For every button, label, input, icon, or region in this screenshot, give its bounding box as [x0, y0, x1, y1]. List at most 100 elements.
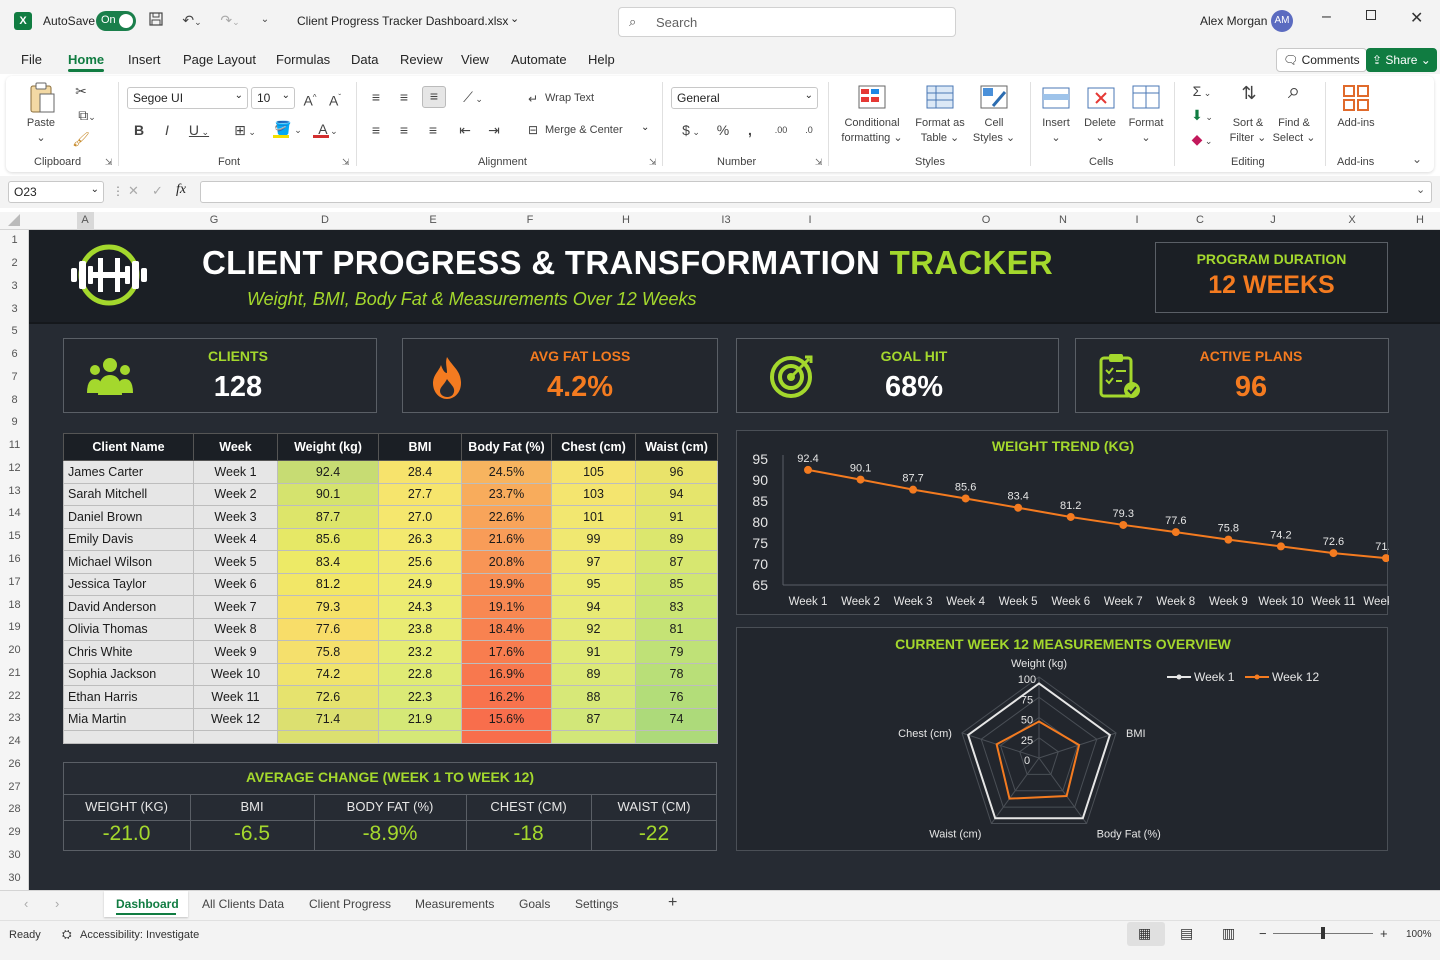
- paste-chevron-icon[interactable]: ⌄: [22, 131, 60, 144]
- table-cell[interactable]: 83: [635, 595, 718, 619]
- table-cell[interactable]: 81: [635, 617, 718, 641]
- table-header[interactable]: Chest (cm): [551, 433, 636, 461]
- row-header[interactable]: 8: [0, 394, 29, 406]
- customize-toolbar-icon[interactable]: ⌄: [258, 11, 272, 29]
- table-cell[interactable]: James Carter: [63, 460, 194, 484]
- table-cell[interactable]: 92.4: [277, 460, 379, 484]
- table-cell[interactable]: David Anderson: [63, 595, 194, 619]
- table-cell[interactable]: Week 2: [193, 482, 278, 506]
- column-header[interactable]: A: [75, 214, 95, 226]
- table-cell[interactable]: 28.4: [378, 460, 462, 484]
- table-cell[interactable]: 95: [551, 572, 636, 596]
- table-cell[interactable]: 20.8%: [461, 550, 552, 574]
- find-select-button-line2[interactable]: Select ⌄: [1270, 131, 1318, 144]
- table-cell[interactable]: 72.6: [277, 685, 379, 709]
- table-cell[interactable]: Week 6: [193, 572, 278, 596]
- table-cell[interactable]: Mia Martin: [63, 707, 194, 731]
- table-cell[interactable]: Sarah Mitchell: [63, 482, 194, 506]
- name-box[interactable]: O23 ⌄: [8, 181, 104, 203]
- insert-cells-icon[interactable]: [1041, 84, 1071, 112]
- paste-icon[interactable]: [28, 82, 56, 116]
- table-cell[interactable]: 19.1%: [461, 595, 552, 619]
- merge-center-button[interactable]: Merge & Center: [545, 124, 623, 136]
- align-bottom-icon[interactable]: ≡: [422, 86, 446, 108]
- column-header[interactable]: C: [1190, 214, 1210, 226]
- table-cell[interactable]: [378, 730, 462, 744]
- format-cells-icon[interactable]: [1131, 84, 1161, 112]
- conditional-formatting-icon[interactable]: [857, 84, 887, 112]
- table-cell[interactable]: 71.4: [277, 707, 379, 731]
- comments-button[interactable]: 🗨 Comments: [1276, 48, 1367, 72]
- data-point[interactable]: [1014, 503, 1023, 512]
- table-cell[interactable]: 25.6: [378, 550, 462, 574]
- row-header[interactable]: 12: [0, 462, 29, 474]
- conditional-formatting-button[interactable]: Conditional: [838, 117, 906, 129]
- table-cell[interactable]: 92: [551, 617, 636, 641]
- table-cell[interactable]: 76: [635, 685, 718, 709]
- decrease-indent-icon[interactable]: ⇤: [456, 121, 474, 139]
- table-cell[interactable]: [277, 730, 379, 744]
- table-cell[interactable]: 89: [551, 662, 636, 686]
- table-cell[interactable]: 94: [551, 595, 636, 619]
- row-header[interactable]: 17: [0, 576, 29, 588]
- table-cell[interactable]: 74: [635, 707, 718, 731]
- table-cell[interactable]: [63, 730, 194, 744]
- table-cell[interactable]: [193, 730, 278, 744]
- row-header[interactable]: 3: [0, 303, 29, 315]
- format-chevron-icon[interactable]: ⌄: [1124, 131, 1168, 144]
- table-cell[interactable]: Week 10: [193, 662, 278, 686]
- table-cell[interactable]: [461, 730, 552, 744]
- close-icon[interactable]: ✕: [1410, 8, 1423, 28]
- row-header[interactable]: 27: [0, 781, 29, 793]
- page-break-view-icon[interactable]: ▥: [1222, 925, 1235, 942]
- table-cell[interactable]: 79.3: [277, 595, 379, 619]
- row-header[interactable]: 3: [0, 280, 29, 292]
- row-header[interactable]: 2: [0, 257, 29, 269]
- table-cell[interactable]: Week 12: [193, 707, 278, 731]
- menu-formulas[interactable]: Formulas: [276, 52, 330, 67]
- column-header[interactable]: D: [315, 214, 335, 226]
- column-header[interactable]: H: [1410, 214, 1430, 226]
- insert-function-button[interactable]: fx: [176, 182, 186, 198]
- data-point[interactable]: [1066, 512, 1075, 521]
- italic-icon[interactable]: I: [160, 121, 174, 139]
- row-header[interactable]: 15: [0, 530, 29, 542]
- clipboard-launcher-icon[interactable]: ⇲: [105, 157, 113, 168]
- table-header[interactable]: Body Fat (%): [461, 433, 552, 461]
- row-header[interactable]: 20: [0, 644, 29, 656]
- next-sheet-icon[interactable]: ›: [55, 896, 59, 911]
- data-point[interactable]: [961, 494, 970, 503]
- column-header[interactable]: F: [520, 214, 540, 226]
- column-header[interactable]: I: [800, 214, 820, 226]
- add-ins-button[interactable]: Add-ins: [1332, 117, 1380, 129]
- conditional-formatting-button-line2[interactable]: formatting ⌄: [838, 131, 906, 144]
- table-cell[interactable]: Daniel Brown: [63, 505, 194, 529]
- normal-view-icon[interactable]: ▦: [1138, 925, 1151, 942]
- table-cell[interactable]: 77.6: [277, 617, 379, 641]
- row-header[interactable]: 5: [0, 325, 29, 337]
- table-header[interactable]: Client Name: [63, 433, 194, 461]
- table-cell[interactable]: Michael Wilson: [63, 550, 194, 574]
- table-cell[interactable]: 88: [551, 685, 636, 709]
- insert-cells-button[interactable]: Insert: [1036, 117, 1076, 129]
- row-header[interactable]: 16: [0, 553, 29, 565]
- table-cell[interactable]: 15.6%: [461, 707, 552, 731]
- align-right-icon[interactable]: ≡: [424, 121, 442, 139]
- align-top-icon[interactable]: ≡: [367, 88, 385, 106]
- measurements-radar-chart[interactable]: CURRENT WEEK 12 MEASUREMENTS OVERVIEW 10…: [736, 627, 1388, 851]
- table-cell[interactable]: 23.7%: [461, 482, 552, 506]
- menu-data[interactable]: Data: [351, 52, 378, 67]
- maximize-icon[interactable]: [1366, 10, 1376, 20]
- table-cell[interactable]: 22.8: [378, 662, 462, 686]
- format-cells-button[interactable]: Format: [1124, 117, 1168, 129]
- number-format-select[interactable]: General ⌄: [671, 87, 818, 109]
- table-cell[interactable]: 16.2%: [461, 685, 552, 709]
- table-cell[interactable]: 103: [551, 482, 636, 506]
- cancel-entry-icon[interactable]: ✕: [128, 183, 139, 199]
- row-header[interactable]: 18: [0, 599, 29, 611]
- sheet-tab-dashboard[interactable]: Dashboard: [116, 897, 179, 911]
- table-cell[interactable]: 91: [635, 505, 718, 529]
- avatar[interactable]: AM: [1271, 10, 1293, 32]
- row-header[interactable]: 21: [0, 667, 29, 679]
- format-as-table-button[interactable]: Format as: [910, 117, 970, 129]
